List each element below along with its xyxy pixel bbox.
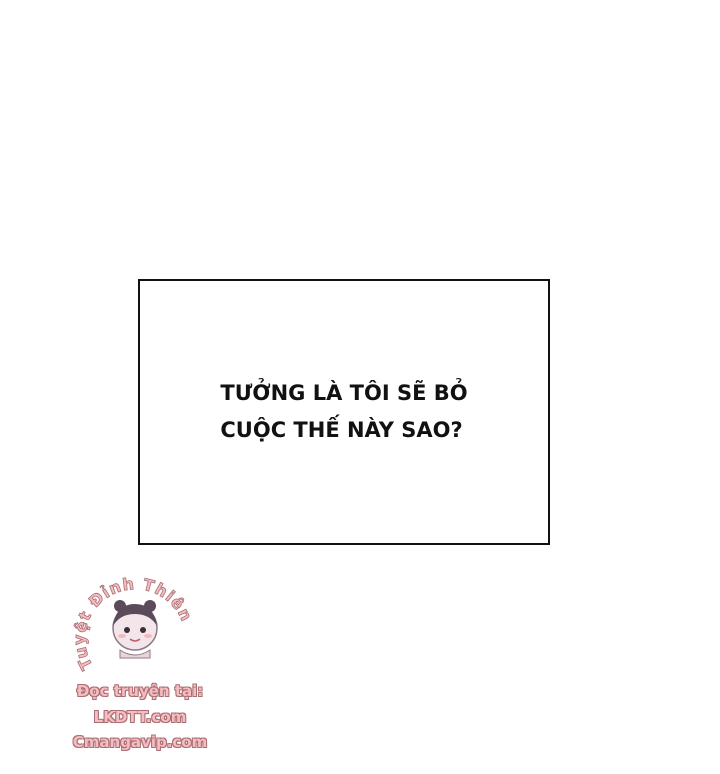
watermark-line-site-1: LKDTT.com bbox=[93, 708, 187, 726]
watermark-line-site-2: Cmangavip.com bbox=[72, 733, 208, 751]
watermark-line-read-at: Đọc truyện tại: bbox=[76, 682, 204, 700]
chibi-girl-icon bbox=[112, 600, 158, 659]
narration-line-2: CUỘC THẾ NÀY SAO? bbox=[220, 418, 463, 442]
narration-line-1: TƯỞNG LÀ TÔI SẼ BỎ bbox=[220, 381, 468, 405]
narration-text: TƯỞNG LÀ TÔI SẼ BỎ CUỘC THẾ NÀY SAO? bbox=[220, 375, 467, 449]
narration-box: TƯỞNG LÀ TÔI SẼ BỎ CUỘC THẾ NÀY SAO? bbox=[138, 279, 550, 545]
watermark: Tuyệt Đỉnh Thiên Đọc truyện tại: LKDTT.c… bbox=[55, 562, 225, 762]
